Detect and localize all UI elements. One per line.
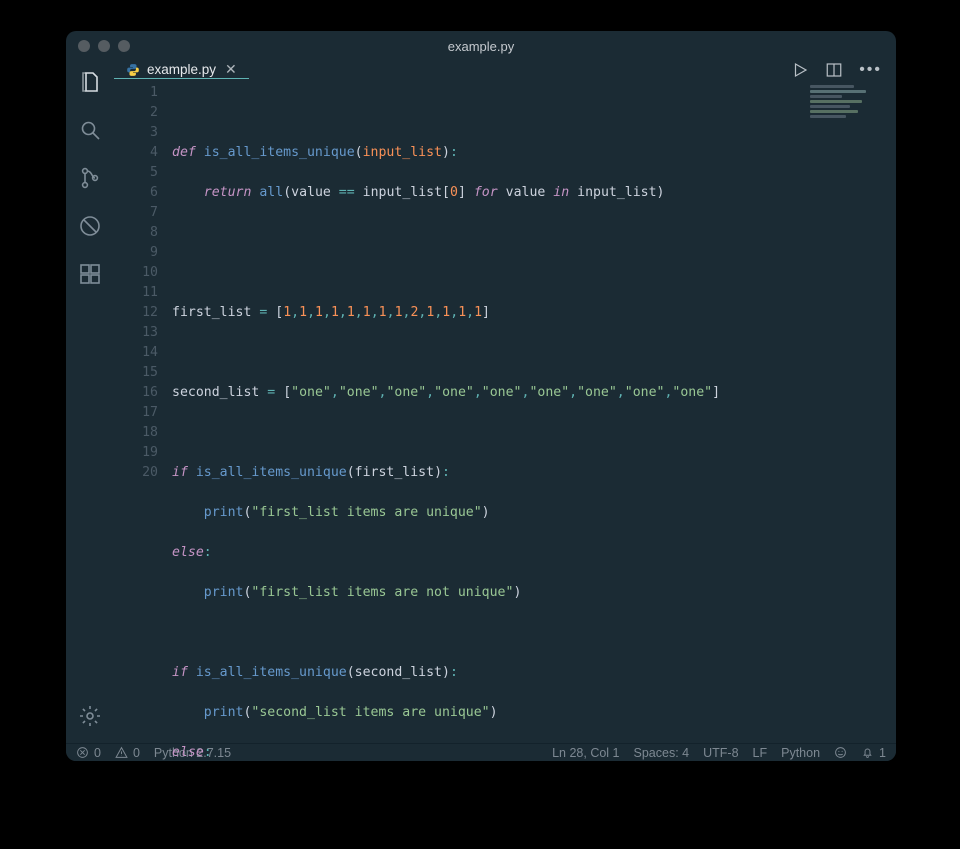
python-file-icon bbox=[126, 63, 140, 77]
window-zoom-button[interactable] bbox=[118, 40, 130, 52]
more-actions-icon[interactable]: ••• bbox=[859, 61, 882, 79]
editor-actions: ••• bbox=[791, 61, 896, 79]
window-controls bbox=[78, 40, 130, 52]
code-content[interactable]: def is_all_items_unique(input_list): ret… bbox=[172, 83, 720, 761]
activity-bar bbox=[66, 61, 114, 743]
run-icon[interactable] bbox=[791, 61, 809, 79]
explorer-icon[interactable] bbox=[77, 69, 103, 95]
status-errors[interactable]: 0 bbox=[76, 746, 101, 760]
debug-icon[interactable] bbox=[77, 213, 103, 239]
window-minimize-button[interactable] bbox=[98, 40, 110, 52]
window-title: example.py bbox=[66, 39, 896, 54]
code-editor[interactable]: 1234567891011121314151617181920 def is_a… bbox=[114, 79, 896, 761]
minimap[interactable] bbox=[810, 85, 890, 145]
error-icon bbox=[76, 746, 89, 759]
editor-window: example.py bbox=[66, 31, 896, 761]
editor-tabs: example.py ✕ ••• bbox=[114, 61, 896, 79]
extensions-icon[interactable] bbox=[77, 261, 103, 287]
line-gutter: 1234567891011121314151617181920 bbox=[114, 83, 172, 761]
search-icon[interactable] bbox=[77, 117, 103, 143]
tab-label: example.py bbox=[147, 62, 216, 77]
tab-example-py[interactable]: example.py ✕ bbox=[114, 61, 249, 79]
split-editor-icon[interactable] bbox=[825, 61, 843, 79]
settings-gear-icon[interactable] bbox=[77, 703, 103, 729]
window-close-button[interactable] bbox=[78, 40, 90, 52]
source-control-icon[interactable] bbox=[77, 165, 103, 191]
title-bar: example.py bbox=[66, 31, 896, 61]
tab-close-icon[interactable]: ✕ bbox=[225, 61, 237, 78]
